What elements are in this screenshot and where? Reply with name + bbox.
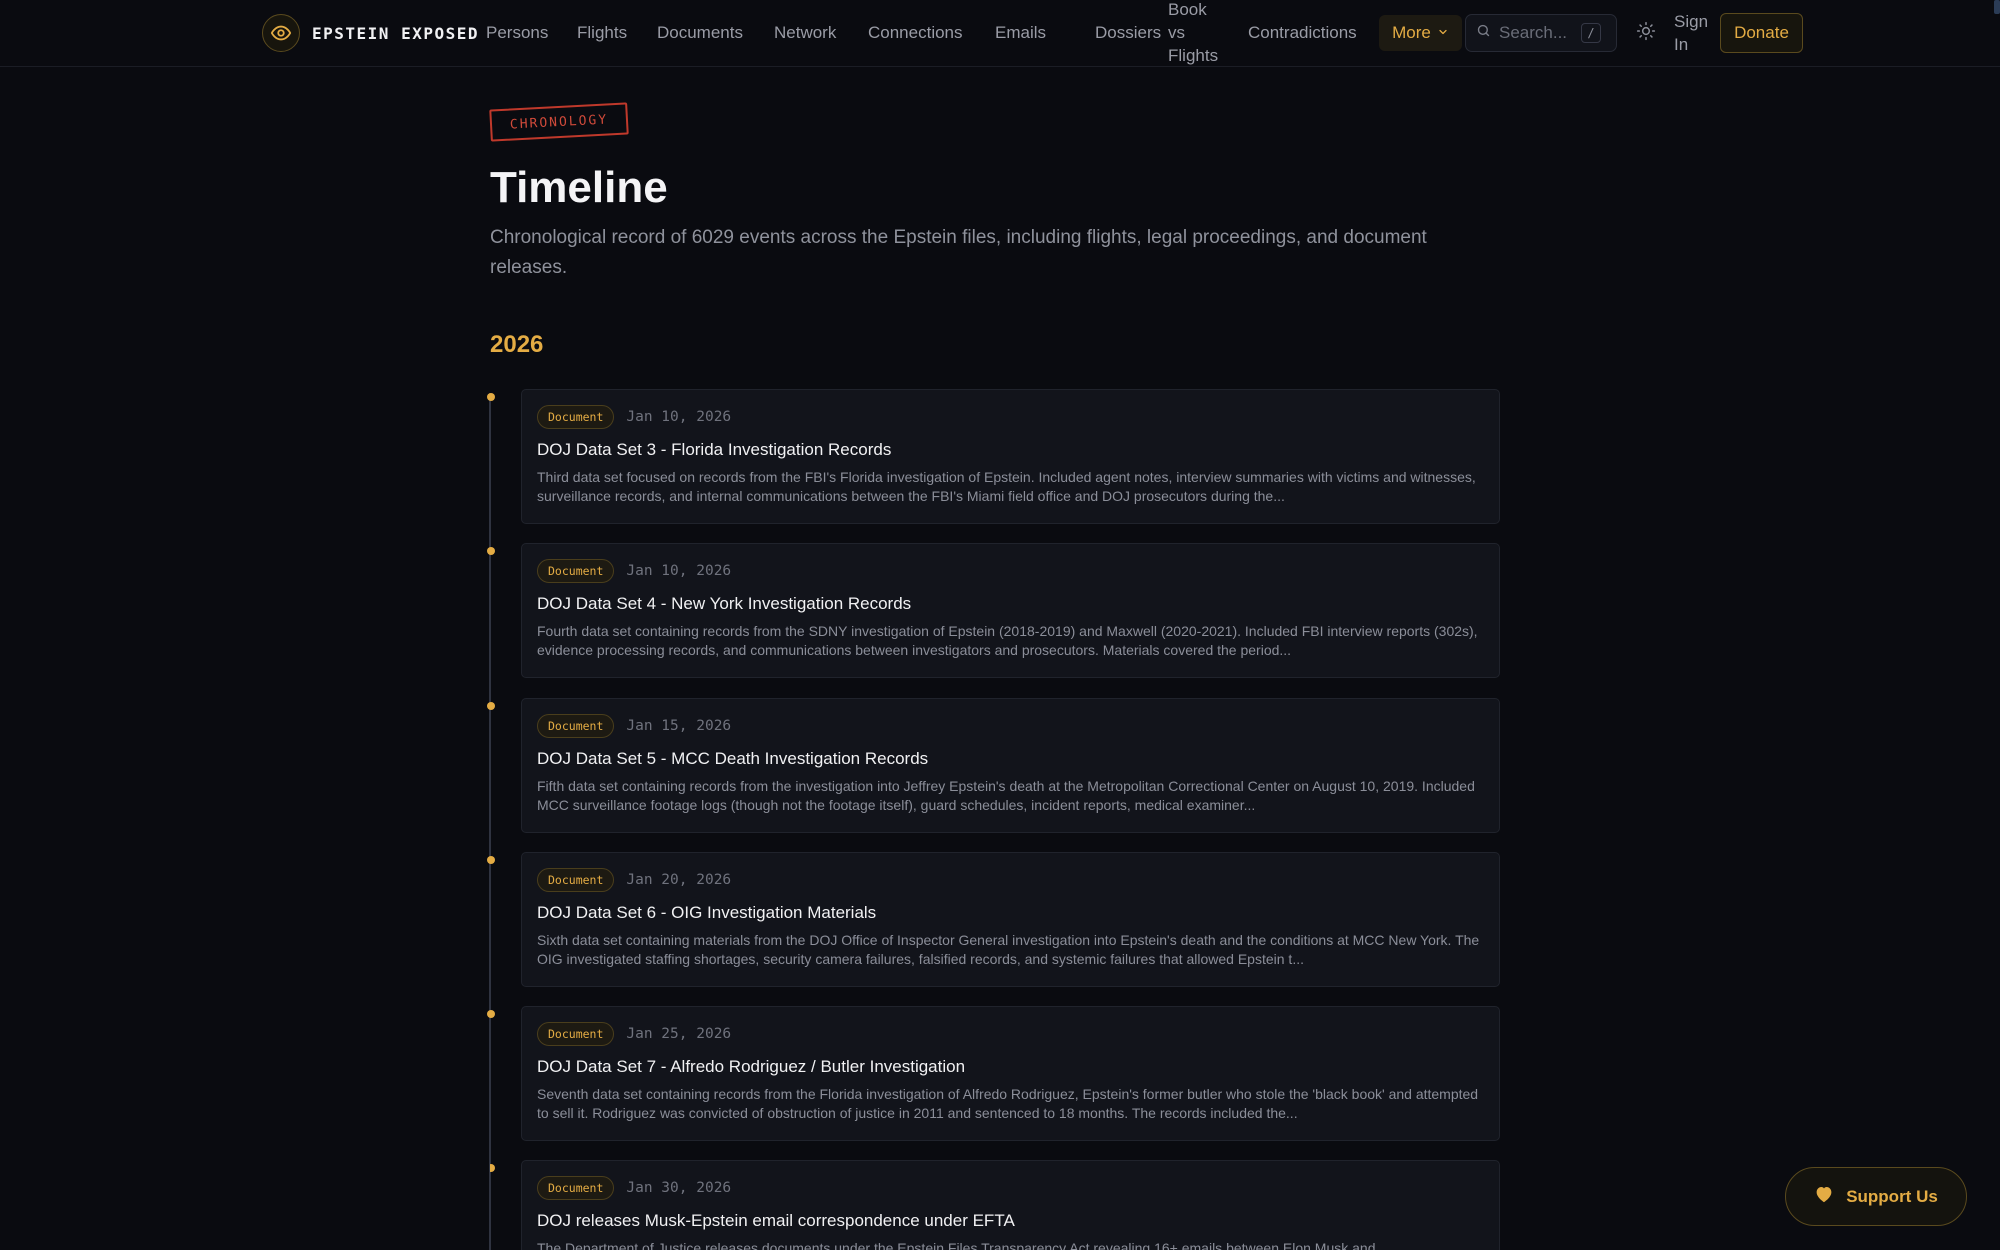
event-title[interactable]: DOJ Data Set 4 - New York Investigation … [537,593,1484,615]
event-type-badge: Document [537,1176,615,1200]
event-card[interactable]: Document Jan 30, 2026 DOJ releases Musk-… [521,1160,1500,1250]
event-card[interactable]: Document Jan 25, 2026 DOJ Data Set 7 - A… [521,1006,1500,1141]
chevron-down-icon [1437,23,1449,43]
page-title: Timeline [490,163,668,212]
event-meta: Document Jan 20, 2026 [537,867,1484,893]
event-title[interactable]: DOJ Data Set 3 - Florida Investigation R… [537,439,1484,461]
brand-name: EPSTEIN EXPOSED [312,23,479,43]
event-card[interactable]: Document Jan 20, 2026 DOJ Data Set 6 - O… [521,852,1500,987]
year-heading: 2026 [490,331,544,358]
support-us-button[interactable]: Support Us [1785,1167,1967,1226]
event-meta: Document Jan 10, 2026 [537,404,1484,430]
event-date: Jan 30, 2026 [626,1180,732,1196]
event-meta: Document Jan 25, 2026 [537,1021,1484,1047]
event-title[interactable]: DOJ Data Set 5 - MCC Death Investigation… [537,748,1484,770]
timeline-event: Document Jan 30, 2026 DOJ releases Musk-… [490,1160,1500,1250]
timeline-dot [490,1164,495,1172]
nav-dossiers[interactable]: Dossiers [1095,0,1161,66]
timeline-dot [487,393,495,401]
nav-documents[interactable]: Documents [657,0,743,66]
nav-emails[interactable]: Emails [995,0,1046,66]
event-date: Jan 10, 2026 [626,409,732,425]
support-us-label: Support Us [1846,1186,1938,1206]
search-input[interactable] [1499,23,1573,43]
event-description: Fifth data set containing records from t… [537,778,1475,813]
sign-in-link[interactable]: Sign In [1674,10,1724,56]
search-shortcut-hint: / [1581,23,1601,43]
nav-book-vs-flights[interactable]: Book vs Flights [1168,0,1228,65]
nav-contradictions[interactable]: Contradictions [1248,0,1357,66]
event-date: Jan 15, 2026 [626,718,732,734]
event-meta: Document Jan 30, 2026 [537,1175,1484,1201]
event-title[interactable]: DOJ Data Set 6 - OIG Investigation Mater… [537,902,1484,924]
nav-network[interactable]: Network [774,0,836,66]
event-date: Jan 10, 2026 [626,563,732,579]
timeline-dot [487,856,495,864]
timeline-event: Document Jan 25, 2026 DOJ Data Set 7 - A… [487,1006,1500,1146]
event-date: Jan 20, 2026 [626,872,732,888]
event-type-badge: Document [537,868,615,892]
event-title[interactable]: DOJ releases Musk-Epstein email correspo… [537,1210,1484,1232]
event-card[interactable]: Document Jan 10, 2026 DOJ Data Set 3 - F… [521,389,1500,524]
event-meta: Document Jan 10, 2026 [537,558,1484,584]
top-navbar: EPSTEIN EXPOSED Persons Flights Document… [0,0,2000,67]
heart-icon [1814,1185,1834,1208]
chronology-stamp: CHRONOLOGY [489,102,629,142]
event-description: The Department of Justice releases docum… [537,1240,1376,1250]
timeline-event: Document Jan 15, 2026 DOJ Data Set 5 - M… [487,698,1500,838]
more-menu-button[interactable]: More [1379,15,1462,51]
nav-flights[interactable]: Flights [577,0,627,66]
page-subtitle: Chronological record of 6029 events acro… [490,227,1427,278]
event-type-badge: Document [537,405,615,429]
timeline-event: Document Jan 10, 2026 DOJ Data Set 3 - F… [487,389,1500,529]
donate-button[interactable]: Donate [1720,13,1803,53]
event-card[interactable]: Document Jan 15, 2026 DOJ Data Set 5 - M… [521,698,1500,833]
event-description: Seventh data set containing records from… [537,1086,1479,1121]
event-type-badge: Document [537,1022,615,1046]
event-type-badge: Document [537,714,615,738]
scrollbar-thumb[interactable] [1994,0,2000,14]
nav-connections[interactable]: Connections [868,0,963,66]
nav-persons[interactable]: Persons [486,0,548,66]
event-description: Sixth data set containing materials from… [537,932,1480,967]
event-card[interactable]: Document Jan 10, 2026 DOJ Data Set 4 - N… [521,543,1500,678]
timeline-event: Document Jan 10, 2026 DOJ Data Set 4 - N… [487,543,1500,683]
event-title[interactable]: DOJ Data Set 7 - Alfredo Rodriguez / But… [537,1056,1484,1078]
timeline-dot [487,702,495,710]
event-meta: Document Jan 15, 2026 [537,713,1484,739]
event-description: Fourth data set containing records from … [537,623,1478,658]
sun-icon [1636,21,1656,46]
eye-icon [262,14,300,52]
brand-home-link[interactable]: EPSTEIN EXPOSED [262,13,479,53]
more-label: More [1392,23,1431,42]
event-description: Third data set focused on records from t… [537,469,1476,504]
event-type-badge: Document [537,559,615,583]
timeline-dot [487,1010,495,1018]
search-icon [1476,23,1491,43]
timeline-event: Document Jan 20, 2026 DOJ Data Set 6 - O… [487,852,1500,992]
timeline-dot [487,547,495,555]
theme-toggle-button[interactable] [1634,21,1658,45]
event-date: Jan 25, 2026 [626,1026,732,1042]
search-box[interactable]: / [1465,14,1617,52]
